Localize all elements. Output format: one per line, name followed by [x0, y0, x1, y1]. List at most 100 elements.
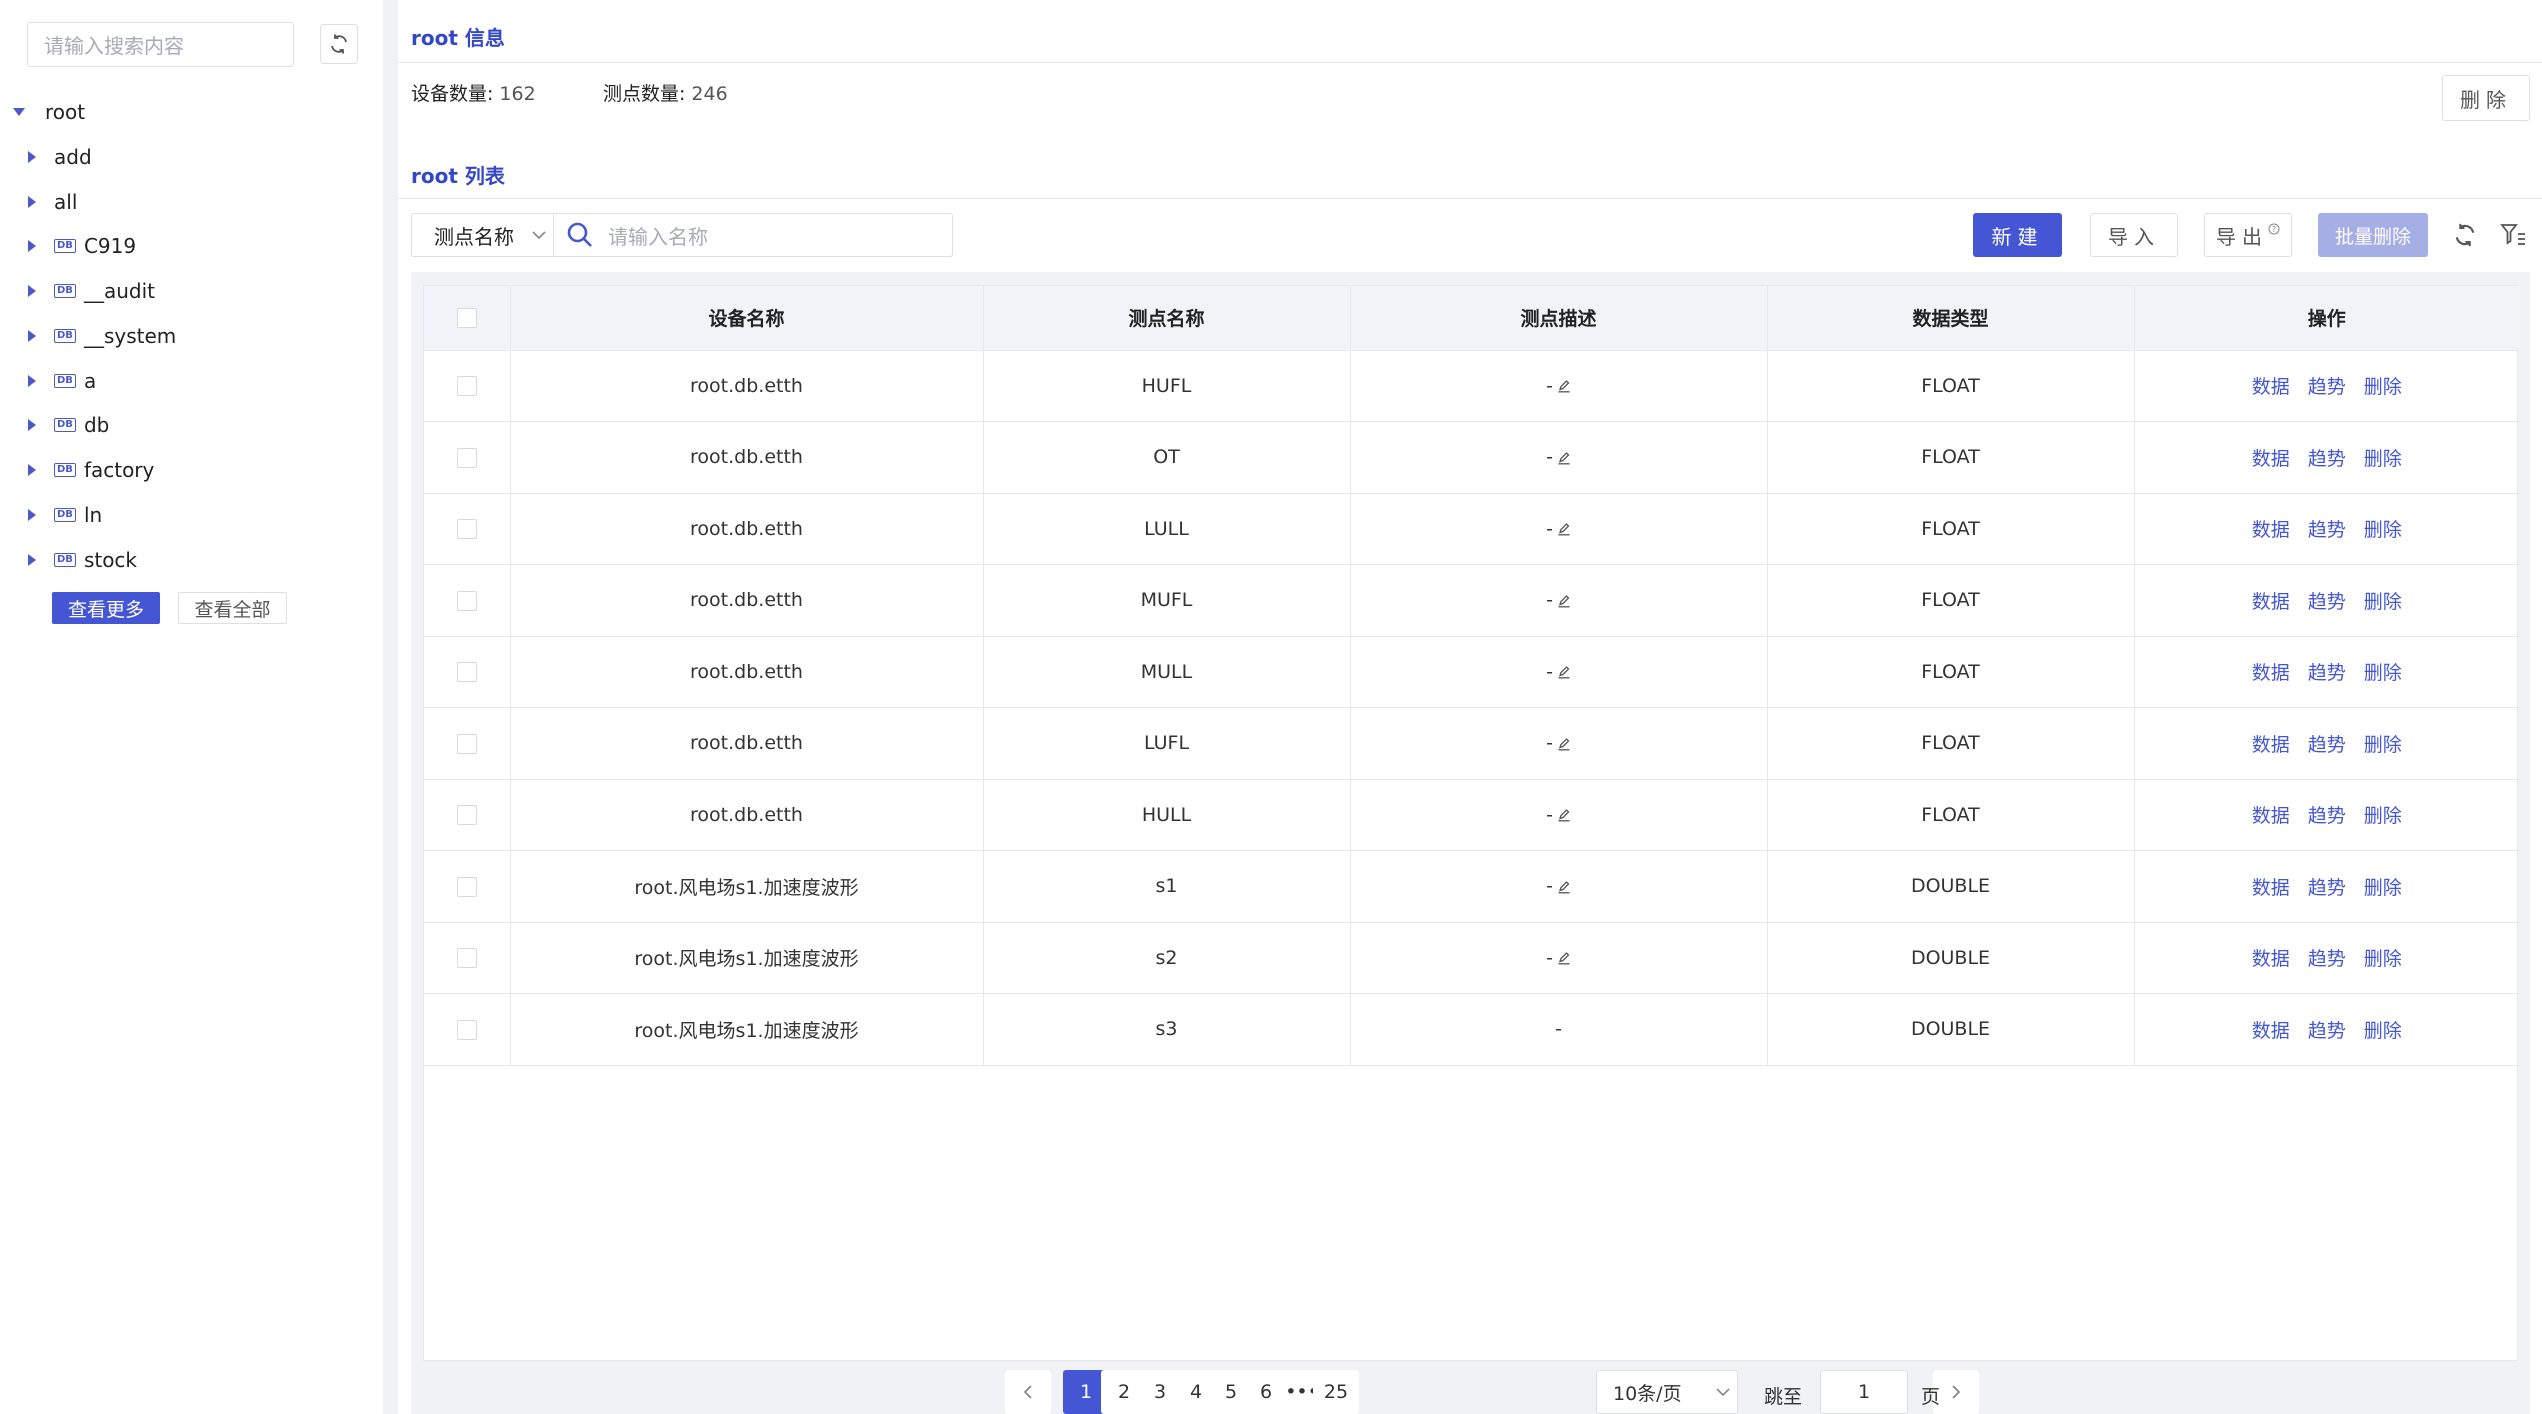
- view-trend-link[interactable]: 趋势: [2308, 448, 2346, 470]
- caret-right-icon[interactable]: [28, 285, 36, 297]
- row-checkbox[interactable]: [456, 662, 477, 683]
- filter-name-input[interactable]: 请输入名称: [553, 213, 953, 257]
- view-more-button[interactable]: 查看更多: [52, 592, 160, 624]
- prev-page-button[interactable]: [1005, 1370, 1051, 1414]
- row-checkbox[interactable]: [456, 948, 477, 969]
- data-type-cell: DOUBLE: [1767, 993, 2135, 1066]
- tree-refresh-button[interactable]: [320, 24, 358, 64]
- import-button[interactable]: 导入: [2090, 213, 2178, 257]
- column-header[interactable]: 测点描述: [1350, 286, 1768, 351]
- caret-right-icon[interactable]: [28, 464, 36, 476]
- page-size-select[interactable]: 10条/页: [1596, 1370, 1738, 1414]
- select-all-checkbox[interactable]: [456, 308, 477, 329]
- column-header[interactable]: 设备名称: [510, 286, 984, 351]
- caret-right-icon[interactable]: [28, 419, 36, 431]
- view-all-button[interactable]: 查看全部: [178, 592, 287, 624]
- view-trend-link[interactable]: 趋势: [2308, 1020, 2346, 1042]
- view-data-link[interactable]: 数据: [2252, 376, 2290, 398]
- edit-icon[interactable]: [1557, 594, 1571, 608]
- view-trend-link[interactable]: 趋势: [2308, 805, 2346, 827]
- tree-node-add[interactable]: add: [0, 137, 92, 177]
- caret-right-icon[interactable]: [28, 151, 36, 163]
- edit-icon[interactable]: [1557, 737, 1571, 751]
- row-checkbox[interactable]: [456, 1019, 477, 1040]
- view-data-link[interactable]: 数据: [2252, 1020, 2290, 1042]
- row-checkbox[interactable]: [456, 805, 477, 826]
- delete-row-link[interactable]: 删除: [2364, 662, 2402, 684]
- edit-icon[interactable]: [1557, 880, 1571, 894]
- edit-icon[interactable]: [1557, 522, 1571, 536]
- row-checkbox[interactable]: [456, 590, 477, 611]
- edit-icon[interactable]: [1557, 951, 1571, 965]
- edit-icon[interactable]: [1557, 379, 1571, 393]
- point-desc-cell: -: [1350, 707, 1768, 780]
- view-data-link[interactable]: 数据: [2252, 948, 2290, 970]
- caret-right-icon[interactable]: [28, 196, 36, 208]
- delete-row-link[interactable]: 删除: [2364, 376, 2402, 398]
- delete-row-link[interactable]: 删除: [2364, 948, 2402, 970]
- export-button[interactable]: 导出 ?: [2204, 213, 2292, 257]
- row-checkbox[interactable]: [456, 733, 477, 754]
- page-button[interactable]: 25: [1313, 1370, 1359, 1414]
- database-icon: DB: [54, 508, 76, 522]
- delete-row-link[interactable]: 删除: [2364, 1020, 2402, 1042]
- edit-icon[interactable]: [1557, 808, 1571, 822]
- actions-cell: 数据 趋势 删除: [2134, 564, 2519, 637]
- batch-delete-button[interactable]: 批量删除: [2318, 213, 2428, 257]
- caret-right-icon[interactable]: [28, 330, 36, 342]
- view-data-link[interactable]: 数据: [2252, 877, 2290, 899]
- delete-row-link[interactable]: 删除: [2364, 519, 2402, 541]
- view-trend-link[interactable]: 趋势: [2308, 519, 2346, 541]
- delete-row-link[interactable]: 删除: [2364, 805, 2402, 827]
- row-checkbox[interactable]: [456, 519, 477, 540]
- row-checkbox[interactable]: [456, 376, 477, 397]
- tree-node-all[interactable]: all: [0, 182, 77, 222]
- edit-icon[interactable]: [1557, 665, 1571, 679]
- view-trend-link[interactable]: 趋势: [2308, 948, 2346, 970]
- caret-right-icon[interactable]: [28, 554, 36, 566]
- table-row: root.db.etth MUFL - FLOAT 数据 趋势 删除: [424, 564, 2519, 637]
- jump-page-input[interactable]: 1: [1820, 1370, 1908, 1414]
- view-trend-link[interactable]: 趋势: [2308, 376, 2346, 398]
- tree-node-c919[interactable]: DB C919: [0, 226, 136, 266]
- caret-down-icon[interactable]: [13, 108, 25, 116]
- tree-node-db[interactable]: DB db: [0, 405, 109, 445]
- view-data-link[interactable]: 数据: [2252, 519, 2290, 541]
- view-data-link[interactable]: 数据: [2252, 805, 2290, 827]
- column-filter-button[interactable]: [2498, 220, 2528, 250]
- view-trend-link[interactable]: 趋势: [2308, 591, 2346, 613]
- jump-label: 跳至: [1764, 1386, 1803, 1408]
- tree-node-a[interactable]: DB a: [0, 361, 96, 401]
- list-refresh-button[interactable]: [2450, 220, 2480, 250]
- view-trend-link[interactable]: 趋势: [2308, 734, 2346, 756]
- new-button[interactable]: 新建: [1973, 213, 2062, 257]
- caret-right-icon[interactable]: [28, 240, 36, 252]
- delete-row-link[interactable]: 删除: [2364, 877, 2402, 899]
- tree-node-factory[interactable]: DB factory: [0, 450, 154, 490]
- column-header[interactable]: 数据类型: [1767, 286, 2135, 351]
- view-data-link[interactable]: 数据: [2252, 591, 2290, 613]
- caret-right-icon[interactable]: [28, 375, 36, 387]
- tree-node-audit[interactable]: DB __audit: [0, 271, 155, 311]
- delete-row-link[interactable]: 删除: [2364, 734, 2402, 756]
- row-checkbox[interactable]: [456, 447, 477, 468]
- tree-node-stock[interactable]: DB stock: [0, 540, 137, 580]
- delete-row-link[interactable]: 删除: [2364, 448, 2402, 470]
- tree-search-input[interactable]: 请输入搜索内容: [27, 22, 294, 67]
- delete-root-button[interactable]: 删除: [2442, 75, 2530, 121]
- view-data-link[interactable]: 数据: [2252, 662, 2290, 684]
- filter-field-select[interactable]: 测点名称: [411, 213, 553, 257]
- column-header[interactable]: 测点名称: [983, 286, 1351, 351]
- view-trend-link[interactable]: 趋势: [2308, 662, 2346, 684]
- tree-node-ln[interactable]: DB ln: [0, 495, 102, 535]
- view-data-link[interactable]: 数据: [2252, 448, 2290, 470]
- delete-row-link[interactable]: 删除: [2364, 591, 2402, 613]
- edit-icon[interactable]: [1557, 451, 1571, 465]
- view-data-link[interactable]: 数据: [2252, 734, 2290, 756]
- tree-node-root[interactable]: root: [0, 92, 85, 132]
- caret-right-icon[interactable]: [28, 509, 36, 521]
- view-trend-link[interactable]: 趋势: [2308, 877, 2346, 899]
- tree-node-system[interactable]: DB __system: [0, 316, 176, 356]
- row-checkbox[interactable]: [456, 876, 477, 897]
- chevron-down-icon: [532, 231, 546, 240]
